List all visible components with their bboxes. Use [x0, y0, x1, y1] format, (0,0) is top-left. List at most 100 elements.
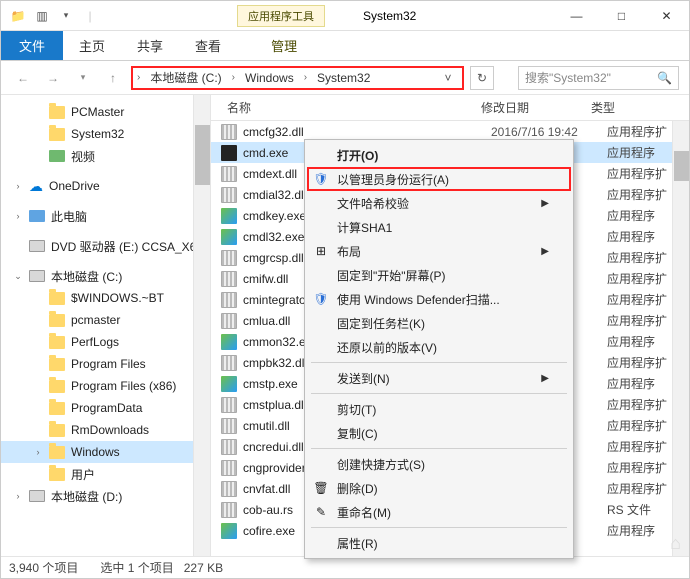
folder-icon [49, 424, 65, 437]
tree-item[interactable]: Program Files (x86) [1, 375, 210, 397]
context-menu-item[interactable]: 打开(O) [307, 143, 571, 167]
tree-item[interactable]: DVD 驱动器 (E:) CCSA_X64 [1, 235, 210, 257]
context-menu-item[interactable]: 发送到(N)▶ [307, 366, 571, 390]
chevron-right-icon[interactable]: › [304, 72, 307, 83]
tree-expander-icon[interactable]: › [13, 211, 23, 221]
column-date[interactable]: 修改日期 [481, 99, 591, 116]
tree-item[interactable]: pcmaster [1, 309, 210, 331]
context-menu-item[interactable]: 创建快捷方式(S) [307, 452, 571, 476]
qa-dropdown-icon[interactable]: ▾ [55, 5, 77, 27]
minimize-button[interactable]: — [554, 2, 599, 30]
divider: | [79, 5, 101, 27]
column-name[interactable]: 名称 [211, 99, 481, 116]
tree-expander-icon[interactable]: › [13, 491, 23, 501]
address-dropdown-icon[interactable]: ˅ [438, 71, 458, 85]
tree-item[interactable]: › 此电脑 [1, 205, 210, 227]
menu-item-label: 布局 [337, 243, 361, 260]
ribbon-view-tab[interactable]: 查看 [179, 31, 237, 60]
file-icon [221, 460, 237, 476]
nav-recent-dropdown[interactable]: ▾ [71, 66, 95, 90]
tree-item[interactable]: ›Windows [1, 441, 210, 463]
file-icon [221, 145, 237, 161]
context-menu-item[interactable]: ✎重命名(M) [307, 500, 571, 524]
folder-icon [49, 128, 65, 141]
menu-item-label: 重命名(M) [337, 504, 391, 521]
list-scrollbar[interactable] [672, 121, 689, 556]
tree-item-label: 本地磁盘 (C:) [51, 268, 122, 285]
tree-scrollbar[interactable] [193, 95, 210, 556]
context-menu-item[interactable]: ⊞布局▶ [307, 239, 571, 263]
file-name: cmstp.exe [243, 377, 298, 391]
tree-expander-icon[interactable]: ⌄ [13, 271, 23, 282]
context-menu-item[interactable]: 剪切(T) [307, 397, 571, 421]
tree-item[interactable]: PCMaster [1, 101, 210, 123]
drive-icon [29, 270, 45, 282]
context-menu-item[interactable]: 计算SHA1 [307, 215, 571, 239]
tree-item[interactable]: 视频 [1, 145, 210, 167]
address-segment[interactable]: System32 [311, 71, 376, 85]
folder-icon [49, 446, 65, 459]
tree-item[interactable]: $WINDOWS.~BT [1, 287, 210, 309]
tree-item[interactable]: ⌄ 本地磁盘 (C:) [1, 265, 210, 287]
tree-item-label: DVD 驱动器 (E:) CCSA_X64 [51, 238, 203, 255]
menu-item-label: 剪切(T) [337, 401, 376, 418]
context-menu[interactable]: 打开(O)🛡以管理员身份运行(A)文件哈希校验▶计算SHA1⊞布局▶固定到"开始… [304, 139, 574, 559]
context-menu-item[interactable]: 复制(C) [307, 421, 571, 445]
file-name: cmdkey.exe [243, 209, 306, 223]
tree-item[interactable]: System32 [1, 123, 210, 145]
tree-item[interactable]: ProgramData [1, 397, 210, 419]
tree-item[interactable]: 用户 [1, 463, 210, 485]
file-icon [221, 376, 237, 392]
tree-expander-icon[interactable]: › [13, 181, 23, 191]
address-bar[interactable]: › 本地磁盘 (C:) › Windows › System32 ˅ [131, 66, 464, 90]
column-headers[interactable]: 名称 修改日期 类型 [211, 95, 689, 121]
close-button[interactable]: ✕ [644, 2, 689, 30]
tree-item[interactable]: PerfLogs [1, 331, 210, 353]
folder-icon [49, 358, 65, 371]
chevron-right-icon[interactable]: › [232, 72, 235, 83]
tree-item[interactable]: Program Files [1, 353, 210, 375]
tree-item-label: 此电脑 [51, 208, 87, 225]
context-menu-item[interactable]: 固定到"开始"屏幕(P) [307, 263, 571, 287]
folder-icon [49, 292, 65, 305]
tree-expander-icon[interactable]: › [33, 447, 43, 457]
tree-item[interactable]: ›OneDrive [1, 175, 210, 197]
context-menu-item[interactable]: 属性(R) [307, 531, 571, 555]
context-menu-item[interactable]: 🗑删除(D) [307, 476, 571, 500]
ribbon-home-tab[interactable]: 主页 [63, 31, 121, 60]
file-name: cmdext.dll [243, 167, 297, 181]
context-menu-item[interactable]: 🛡以管理员身份运行(A) [307, 167, 571, 191]
column-type[interactable]: 类型 [591, 99, 689, 116]
address-segment[interactable]: Windows [239, 71, 300, 85]
tree-item[interactable]: RmDownloads [1, 419, 210, 441]
context-menu-item[interactable]: 固定到任务栏(K) [307, 311, 571, 335]
ribbon-share-tab[interactable]: 共享 [121, 31, 179, 60]
tree-item-label: ProgramData [71, 401, 142, 415]
nav-forward-button[interactable]: → [41, 66, 65, 90]
address-segment[interactable]: 本地磁盘 (C:) [144, 69, 227, 86]
menu-item-label: 使用 Windows Defender扫描... [337, 291, 500, 308]
context-menu-item[interactable]: 文件哈希校验▶ [307, 191, 571, 215]
folder-icon [49, 402, 65, 415]
menu-item-label: 计算SHA1 [337, 219, 392, 236]
file-icon [221, 439, 237, 455]
qa-props-icon[interactable]: ▥ [31, 5, 53, 27]
chevron-right-icon[interactable]: › [137, 72, 140, 83]
nav-up-button[interactable]: ↑ [101, 66, 125, 90]
context-menu-item[interactable]: 🛡使用 Windows Defender扫描... [307, 287, 571, 311]
search-input[interactable]: 搜索"System32" 🔍 [518, 66, 679, 90]
tree-item[interactable]: ›本地磁盘 (D:) [1, 485, 210, 507]
tree-item-label: 用户 [71, 466, 95, 483]
menu-item-label: 以管理员身份运行(A) [337, 171, 449, 188]
search-icon: 🔍 [657, 71, 672, 85]
context-menu-item[interactable]: 还原以前的版本(V) [307, 335, 571, 359]
menu-item-label: 打开(O) [337, 147, 378, 164]
tree-item-label: System32 [71, 127, 124, 141]
grid-icon: ⊞ [313, 243, 329, 259]
ribbon-manage-tab[interactable]: 管理 [255, 31, 313, 60]
navigation-tree[interactable]: PCMasterSystem32视频›OneDrive›此电脑DVD 驱动器 (… [1, 95, 211, 556]
refresh-button[interactable]: ↻ [470, 66, 494, 90]
nav-back-button[interactable]: ← [11, 66, 35, 90]
maximize-button[interactable]: □ [599, 2, 644, 30]
ribbon-file-tab[interactable]: 文件 [1, 31, 63, 60]
